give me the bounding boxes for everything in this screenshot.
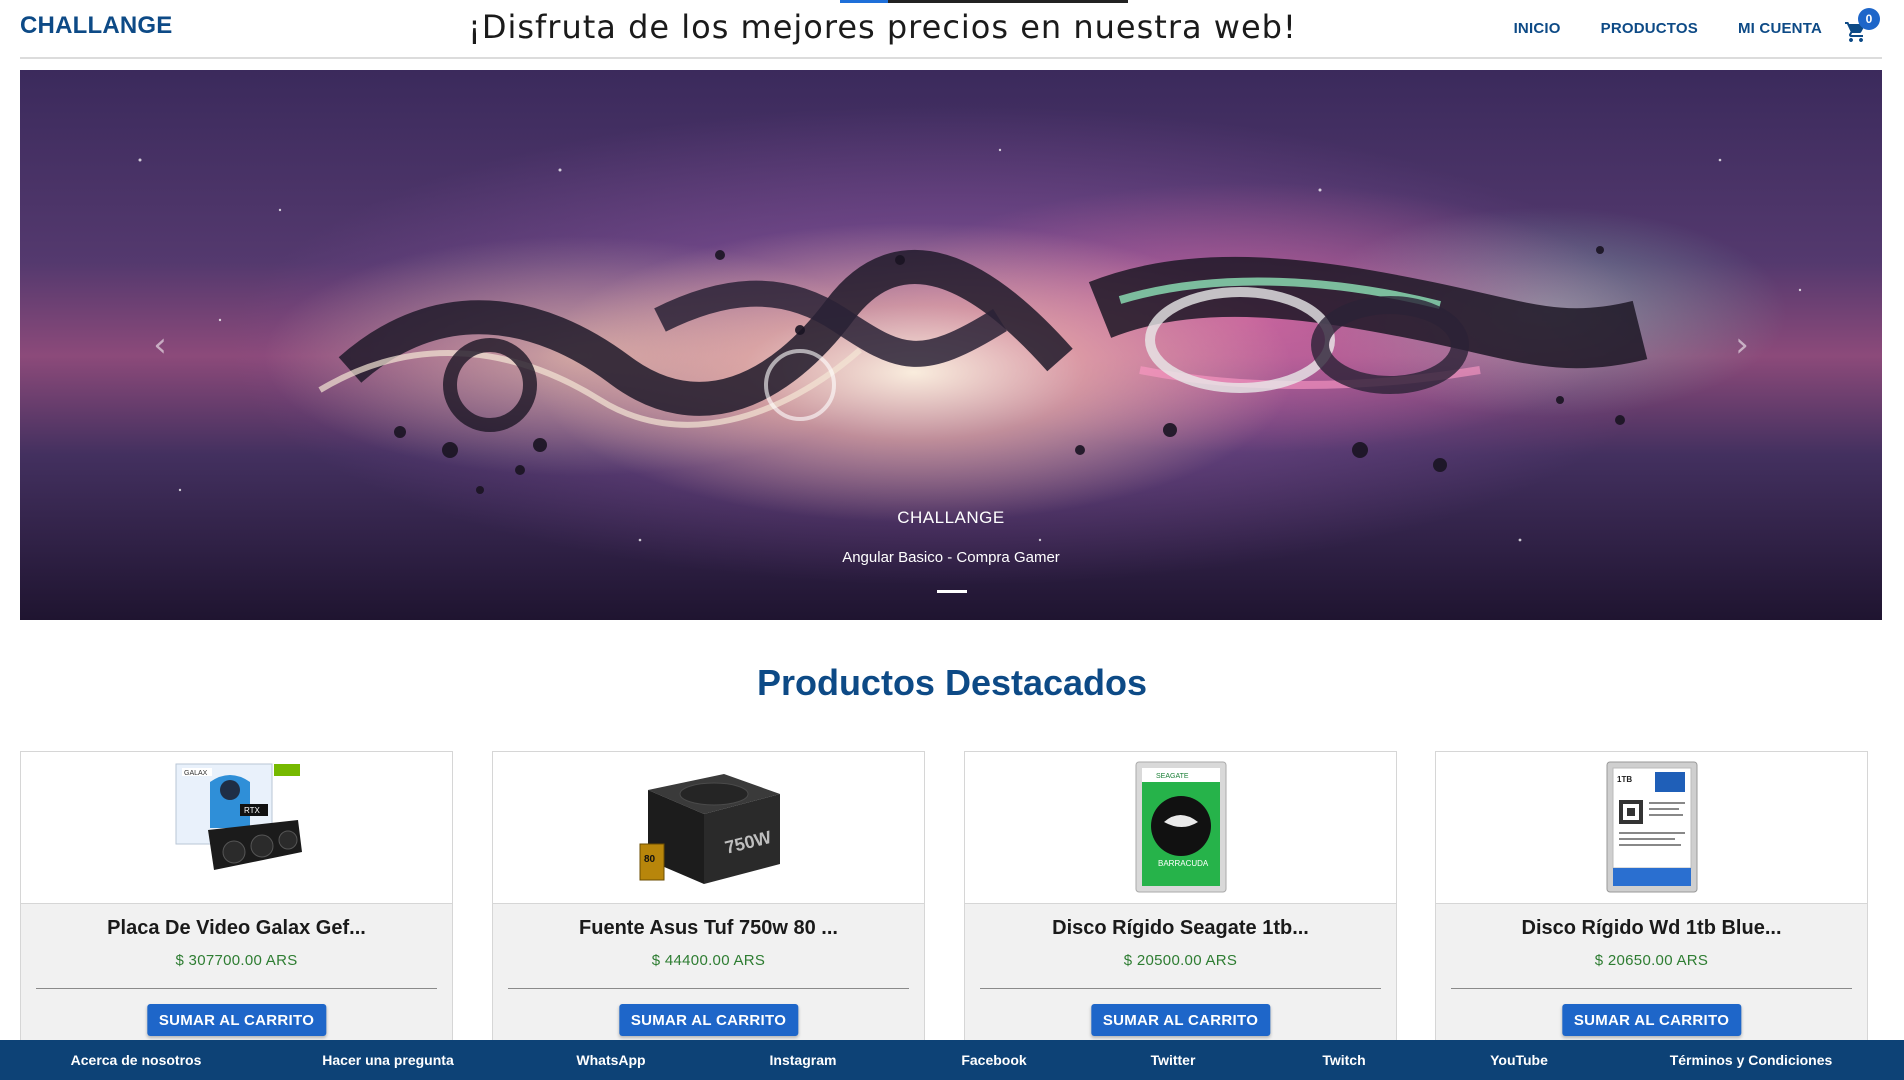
footer-link-twitter[interactable]: Twitter (1151, 1052, 1196, 1068)
power-supply-image: 750W 80 (639, 774, 780, 884)
product-image[interactable]: GALAX RTX (21, 752, 452, 904)
card-divider (508, 988, 909, 989)
svg-text:BARRACUDA: BARRACUDA (1158, 859, 1209, 868)
product-image[interactable]: 750W 80 (493, 752, 924, 904)
footer-link-acerca[interactable]: Acerca de nosotros (71, 1052, 202, 1068)
card-divider (980, 988, 1381, 989)
featured-products-title: Productos Destacados (756, 662, 1148, 703)
product-price: $ 307700.00 ARS (175, 952, 298, 969)
product-title[interactable]: Disco Rígido Seagate 1tb... (965, 917, 1396, 940)
hard-drive-green-image: SEAGATE BARRACUDA (1135, 761, 1226, 893)
footer-link-facebook[interactable]: Facebook (961, 1052, 1026, 1068)
chevron-left-icon: ‹ (153, 325, 167, 365)
hero-caption-title: CHALLANGE (897, 508, 1005, 527)
product-card: GALAX RTX Placa De Video Galax Gef... $ … (20, 751, 453, 1041)
nav-mi-cuenta[interactable]: MI CUENTA (1738, 20, 1822, 37)
svg-text:80: 80 (644, 854, 656, 865)
product-image[interactable]: SEAGATE BARRACUDA (965, 752, 1396, 904)
card-divider (36, 988, 437, 989)
brand-logo[interactable]: CHALLANGE (20, 12, 172, 40)
product-grid: GALAX RTX Placa De Video Galax Gef... $ … (20, 751, 1868, 1041)
footer-link-pregunta[interactable]: Hacer una pregunta (322, 1052, 453, 1068)
site-footer: Acerca de nosotros Hacer una pregunta Wh… (0, 1040, 1904, 1080)
product-price: $ 44400.00 ARS (651, 952, 766, 969)
product-card: 750W 80 Fuente Asus Tuf 750w 80 ... $ 44… (492, 751, 925, 1041)
svg-text:SEAGATE: SEAGATE (1156, 773, 1189, 780)
nav-inicio[interactable]: INICIO (1514, 20, 1561, 37)
footer-link-terminos[interactable]: Términos y Condiciones (1670, 1052, 1833, 1068)
chevron-right-icon: › (1735, 325, 1749, 365)
promo-accent-bar-highlight (840, 0, 888, 3)
footer-link-twitch[interactable]: Twitch (1322, 1052, 1365, 1068)
product-title[interactable]: Fuente Asus Tuf 750w 80 ... (493, 917, 924, 940)
promo-banner-text: ¡Disfruta de los mejores precios en nues… (468, 8, 1297, 46)
carousel-next-button[interactable]: › (1722, 320, 1762, 370)
svg-text:RTX: RTX (244, 806, 261, 815)
site-header: CHALLANGE ¡Disfruta de los mejores preci… (20, 0, 1882, 59)
main-nav: INICIO PRODUCTOS MI CUENTA (1514, 20, 1822, 37)
carousel-indicator-1[interactable] (937, 590, 967, 593)
svg-text:GALAX: GALAX (184, 770, 208, 777)
graphics-card-box-image: GALAX RTX (175, 763, 302, 870)
svg-text:1TB: 1TB (1617, 775, 1632, 784)
footer-link-youtube[interactable]: YouTube (1490, 1052, 1548, 1068)
add-to-cart-button[interactable]: SUMAR AL CARRITO (1561, 1004, 1742, 1036)
add-to-cart-button[interactable]: SUMAR AL CARRITO (618, 1004, 799, 1036)
card-divider (1451, 988, 1852, 989)
nav-productos[interactable]: PRODUCTOS (1601, 20, 1698, 37)
hard-drive-blue-image: 1TB (1606, 761, 1697, 893)
cart-count-badge: 0 (1858, 8, 1880, 30)
product-image[interactable]: 1TB (1436, 752, 1867, 904)
carousel-prev-button[interactable]: ‹ (140, 320, 180, 370)
page: CHALLANGE ¡Disfruta de los mejores preci… (0, 0, 1904, 1080)
cart-button[interactable]: 0 (1844, 8, 1880, 44)
hero-caption-subtitle: Angular Basico - Compra Gamer (842, 549, 1060, 566)
product-card: 1TB Disco Rígido Wd 1tb Blue... $ 20650.… (1435, 751, 1868, 1041)
product-price: $ 20650.00 ARS (1594, 952, 1709, 969)
add-to-cart-button[interactable]: SUMAR AL CARRITO (1090, 1004, 1271, 1036)
footer-link-whatsapp[interactable]: WhatsApp (576, 1052, 645, 1068)
hero-carousel[interactable]: ‹ › CHALLANGE Angular Basico - Compra Ga… (20, 70, 1882, 620)
footer-link-instagram[interactable]: Instagram (770, 1052, 837, 1068)
product-card: SEAGATE BARRACUDA Disco Rígido Seagate 1… (964, 751, 1397, 1041)
product-title[interactable]: Placa De Video Galax Gef... (21, 917, 452, 940)
product-price: $ 20500.00 ARS (1123, 952, 1238, 969)
product-title[interactable]: Disco Rígido Wd 1tb Blue... (1436, 917, 1867, 940)
add-to-cart-button[interactable]: SUMAR AL CARRITO (146, 1004, 327, 1036)
hero-artwork (138, 148, 1802, 542)
